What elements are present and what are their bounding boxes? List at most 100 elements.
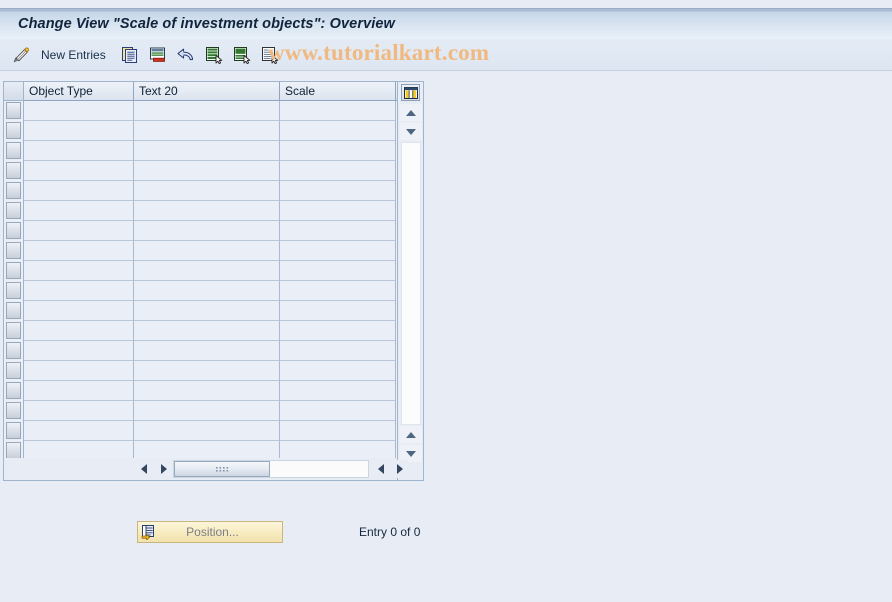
table-row[interactable] [4,181,423,201]
cell-object_type[interactable] [24,421,134,441]
cell-scale[interactable] [280,421,396,441]
cell-text_20[interactable] [134,241,280,261]
table-row[interactable] [4,141,423,161]
horizontal-scrollbar-track[interactable] [173,460,369,478]
select-block-icon[interactable] [230,43,254,67]
scroll-right-button-secondary[interactable] [391,460,408,478]
row-selector-surface[interactable] [6,282,21,299]
row-selector-button[interactable] [4,281,24,301]
cell-text_20[interactable] [134,381,280,401]
row-selector-surface[interactable] [6,362,21,379]
row-selector-surface[interactable] [6,302,21,319]
row-selector-surface[interactable] [6,102,21,119]
table-row[interactable] [4,121,423,141]
cell-object_type[interactable] [24,341,134,361]
delete-row-icon[interactable] [146,43,170,67]
table-row[interactable] [4,201,423,221]
table-row[interactable] [4,241,423,261]
cell-text_20[interactable] [134,261,280,281]
cell-object_type[interactable] [24,321,134,341]
cell-scale[interactable] [280,361,396,381]
row-selector-button[interactable] [4,241,24,261]
row-selector-button[interactable] [4,421,24,441]
row-selector-surface[interactable] [6,182,21,199]
row-selector-button[interactable] [4,321,24,341]
cell-text_20[interactable] [134,201,280,221]
cell-scale[interactable] [280,201,396,221]
cell-object_type[interactable] [24,101,134,121]
row-selector-button[interactable] [4,261,24,281]
table-row[interactable] [4,321,423,341]
cell-text_20[interactable] [134,321,280,341]
row-selector-button[interactable] [4,141,24,161]
table-row[interactable] [4,261,423,281]
cell-scale[interactable] [280,401,396,421]
row-selector-button[interactable] [4,101,24,121]
cell-text_20[interactable] [134,421,280,441]
new-entries-button[interactable]: New Entries [41,48,106,62]
table-columns-icon[interactable] [401,84,420,101]
undo-arrow-icon[interactable] [174,43,198,67]
cell-text_20[interactable] [134,181,280,201]
cell-object_type[interactable] [24,121,134,141]
cell-scale[interactable] [280,321,396,341]
row-selector-surface[interactable] [6,162,21,179]
position-button[interactable]: Position... [137,521,283,543]
table-row[interactable] [4,101,423,121]
column-header-scale[interactable]: Scale [280,82,396,101]
table-row[interactable] [4,341,423,361]
row-selector-button[interactable] [4,121,24,141]
row-selector-button[interactable] [4,301,24,321]
vertical-scrollbar-track[interactable] [401,142,421,425]
row-selector-surface[interactable] [6,202,21,219]
cell-text_20[interactable] [134,281,280,301]
table-row[interactable] [4,361,423,381]
cell-object_type[interactable] [24,381,134,401]
cell-scale[interactable] [280,241,396,261]
cell-object_type[interactable] [24,161,134,181]
cell-text_20[interactable] [134,341,280,361]
scroll-right-button[interactable] [155,460,172,478]
row-selector-button[interactable] [4,181,24,201]
scroll-up-button-top[interactable] [400,104,422,121]
scroll-left-button[interactable] [135,460,152,478]
scroll-up-button-bottom[interactable] [400,426,422,443]
table-row[interactable] [4,161,423,181]
table-row[interactable] [4,421,423,441]
row-selector-button[interactable] [4,341,24,361]
cell-object_type[interactable] [24,181,134,201]
cell-scale[interactable] [280,181,396,201]
row-selector-button[interactable] [4,381,24,401]
row-selector-surface[interactable] [6,442,21,459]
select-all-icon[interactable] [202,43,226,67]
table-row[interactable] [4,381,423,401]
cell-scale[interactable] [280,301,396,321]
cell-object_type[interactable] [24,201,134,221]
cell-object_type[interactable] [24,141,134,161]
horizontal-scrollbar-thumb[interactable] [174,461,270,477]
cell-object_type[interactable] [24,261,134,281]
row-selector-surface[interactable] [6,262,21,279]
cell-scale[interactable] [280,101,396,121]
row-selector-button[interactable] [4,161,24,181]
deselect-all-icon[interactable] [258,43,282,67]
row-selector-surface[interactable] [6,422,21,439]
cell-object_type[interactable] [24,301,134,321]
cell-object_type[interactable] [24,241,134,261]
row-selector-surface[interactable] [6,342,21,359]
table-row[interactable] [4,221,423,241]
row-selector-surface[interactable] [6,242,21,259]
pencil-icon[interactable] [9,43,33,67]
cell-scale[interactable] [280,221,396,241]
cell-scale[interactable] [280,141,396,161]
row-selector-button[interactable] [4,201,24,221]
cell-scale[interactable] [280,341,396,361]
copy-icon[interactable] [118,43,142,67]
row-selector-surface[interactable] [6,222,21,239]
cell-object_type[interactable] [24,361,134,381]
row-selector-surface[interactable] [6,122,21,139]
cell-text_20[interactable] [134,101,280,121]
cell-scale[interactable] [280,381,396,401]
cell-object_type[interactable] [24,401,134,421]
row-selector-surface[interactable] [6,382,21,399]
